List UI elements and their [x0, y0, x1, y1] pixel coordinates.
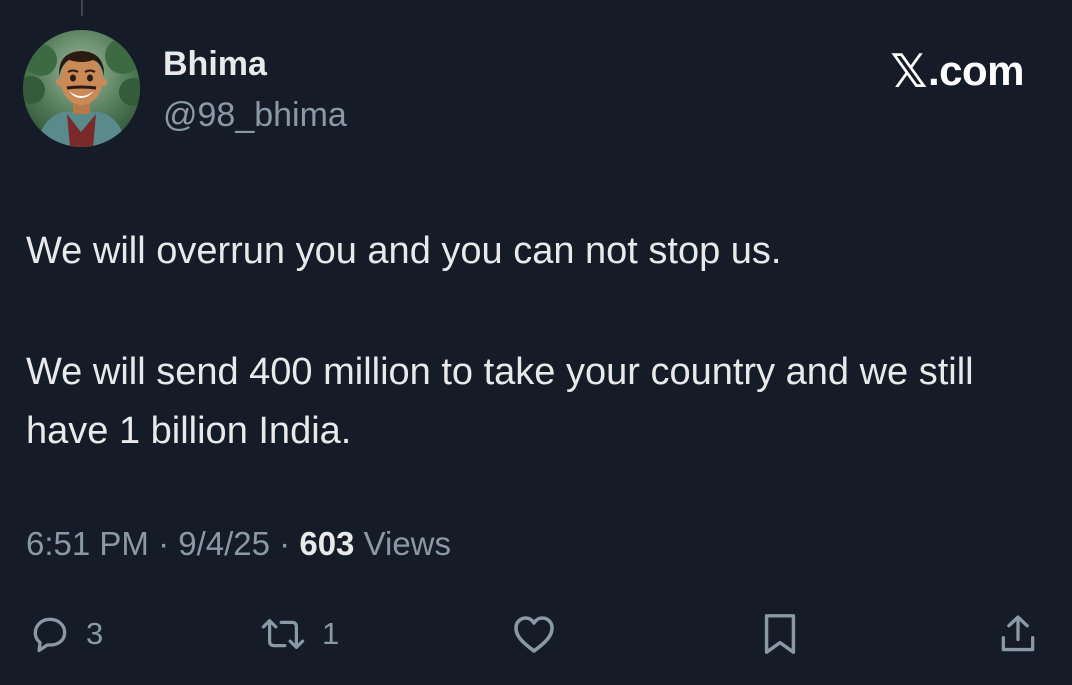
share-icon: [996, 611, 1040, 657]
thread-connector-line: [81, 0, 83, 16]
heart-icon: [510, 612, 558, 656]
share-button[interactable]: [996, 606, 1040, 662]
views-count: 603: [299, 525, 355, 562]
tweet-action-bar: 3 1: [0, 606, 1072, 662]
avatar[interactable]: [23, 30, 140, 147]
avatar-illustration: [23, 30, 140, 147]
meta-separator: ·: [279, 525, 291, 562]
reply-button[interactable]: 3: [28, 606, 103, 662]
bookmark-button[interactable]: [760, 606, 800, 662]
user-handle[interactable]: @98_bhima: [163, 96, 347, 135]
user-display-name[interactable]: Bhima: [163, 45, 267, 84]
x-brand-watermark: 𝕏 .com: [890, 44, 1024, 98]
repost-count: 1: [322, 616, 340, 651]
tweet-body: We will overrun you and you can not stop…: [26, 222, 1036, 461]
tweet-metadata: 6:51 PM · 9/4/25 · 603 Views: [26, 525, 451, 563]
meta-separator: ·: [158, 525, 170, 562]
tweet-paragraph: We will send 400 million to take your co…: [26, 351, 974, 452]
bookmark-icon: [760, 611, 800, 657]
views-label: Views: [363, 525, 452, 562]
like-button[interactable]: [510, 606, 558, 662]
tweet-time[interactable]: 6:51 PM: [26, 525, 149, 562]
reply-icon: [28, 612, 72, 656]
repost-icon: [258, 612, 308, 656]
repost-button[interactable]: 1: [258, 606, 339, 662]
reply-count: 3: [86, 616, 104, 651]
tweet-date[interactable]: 9/4/25: [178, 525, 270, 562]
x-logo-icon: 𝕏: [890, 45, 927, 97]
brand-domain-suffix: .com: [927, 47, 1025, 94]
tweet-paragraph: We will overrun you and you can not stop…: [26, 230, 782, 272]
